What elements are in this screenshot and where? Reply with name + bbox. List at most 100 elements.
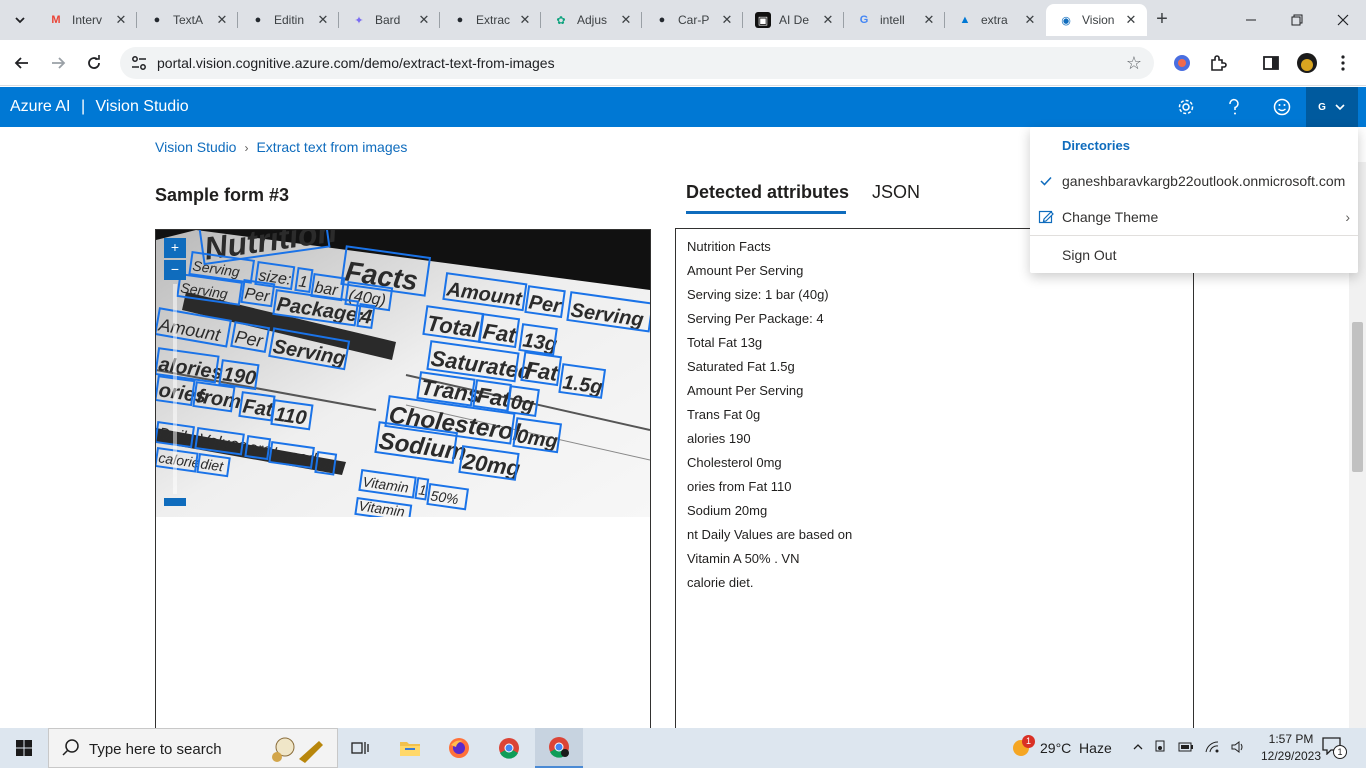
browser-tab[interactable]: ◉ Vision ✕ (1046, 4, 1147, 36)
browser-tab-label: Interv (72, 13, 103, 27)
zoom-out-button[interactable]: − (164, 260, 186, 280)
back-button[interactable] (8, 49, 36, 77)
breadcrumb-current-link[interactable]: Extract text from images (256, 139, 407, 155)
close-window-button[interactable] (1320, 0, 1366, 40)
detected-line: calorie diet. (687, 575, 754, 590)
search-highlight-icon (259, 733, 329, 765)
close-tab-icon[interactable]: ✕ (820, 12, 836, 28)
browser-tab-strip: M Interv ✕ ● TextA ✕ ● Editin ✕ ✦ Bard ✕ ● Extrac ✕ ✿ Ad… (0, 0, 1366, 40)
extension-shield-icon[interactable] (1171, 52, 1193, 74)
browser-tab[interactable]: ● Car-P ✕ (642, 4, 743, 36)
azure-icon: ▲ (959, 14, 971, 26)
browser-tab-label: Vision (1082, 13, 1115, 27)
battery-icon[interactable] (1178, 741, 1194, 756)
weather-text: 29°C Haze (1040, 740, 1112, 756)
taskbar-search[interactable]: Type here to search (48, 728, 338, 768)
help-button[interactable] (1222, 95, 1246, 119)
forward-button[interactable] (44, 49, 72, 77)
account-button[interactable]: G (1306, 87, 1358, 127)
browser-tab[interactable]: ● Editin ✕ (238, 4, 339, 36)
reload-icon (88, 55, 100, 69)
word-box[interactable]: 1 (414, 477, 430, 501)
app-brand[interactable]: Azure AI | Vision Studio (10, 98, 189, 116)
detected-line: Total Fat 13g (687, 335, 763, 350)
extensions-puzzle-icon[interactable] (1207, 52, 1229, 74)
close-tab-icon[interactable]: ✕ (315, 12, 331, 28)
wifi-icon[interactable] (1204, 740, 1220, 757)
browser-tab[interactable]: ▲ extra ✕ (945, 4, 1046, 36)
bookmark-star-icon[interactable]: ☆ (1126, 53, 1142, 74)
close-tab-icon[interactable]: ✕ (719, 12, 735, 28)
close-tab-icon[interactable]: ✕ (618, 12, 634, 28)
notifications-button[interactable]: 1 (1322, 728, 1347, 768)
meet-now-icon[interactable] (1154, 740, 1168, 757)
chrome-button[interactable] (485, 728, 533, 768)
detected-line: Amount Per Serving (687, 383, 804, 398)
active-tab-indicator (686, 211, 846, 214)
feedback-button[interactable] (1270, 95, 1294, 119)
tab-json[interactable]: JSON (872, 182, 920, 203)
close-tab-icon[interactable]: ✕ (921, 12, 937, 28)
product-name: Vision Studio (95, 98, 189, 115)
browser-tab-label: Editin (274, 13, 305, 27)
close-tab-icon[interactable]: ✕ (113, 12, 129, 28)
word-box[interactable]: Fat (238, 391, 276, 422)
chevron-down-icon (15, 17, 25, 24)
zoom-slider-track[interactable] (173, 284, 177, 494)
browser-tab[interactable]: ● TextA ✕ (137, 4, 238, 36)
clock[interactable]: 1:57 PM 12/29/2023 (1256, 731, 1326, 765)
detected-line: nt Daily Values are based on (687, 527, 853, 542)
directories-header-label: Directories (1062, 137, 1130, 153)
edit-theme-icon (1038, 209, 1054, 225)
close-tab-icon[interactable]: ✕ (214, 12, 230, 28)
tab-detected-attributes[interactable]: Detected attributes (686, 182, 849, 203)
sign-out-item[interactable]: Sign Out (1030, 239, 1358, 271)
word-box[interactable]: 4 (356, 303, 376, 330)
tab-search-button[interactable] (8, 8, 32, 32)
profile-avatar[interactable] (1296, 52, 1318, 74)
browser-tab[interactable]: Gintell ✕ (844, 4, 945, 36)
nvidia-icon: ▣ (755, 12, 771, 28)
file-explorer-button[interactable] (386, 728, 434, 768)
firefox-button[interactable] (435, 728, 483, 768)
zoom-slider-thumb[interactable] (164, 498, 186, 506)
browser-tab[interactable]: ✿ Adjus ✕ (541, 4, 642, 36)
breadcrumb-root-link[interactable]: Vision Studio (155, 139, 236, 155)
address-bar[interactable]: portal.vision.cognitive.azure.com/demo/e… (120, 47, 1154, 79)
restore-button[interactable] (1274, 0, 1320, 40)
start-button[interactable] (0, 728, 48, 768)
browser-tab[interactable]: M Interv ✕ (36, 4, 137, 36)
site-info-icon[interactable] (130, 54, 148, 72)
app-header: Azure AI | Vision Studio G (0, 87, 1366, 127)
browser-tab[interactable]: ▣ AI De ✕ (743, 4, 844, 36)
image-panel: Nutrition Facts Serving size: 1 bar (40g) Servi… (155, 229, 651, 729)
reload-button[interactable] (80, 49, 108, 77)
zoom-control: + − (164, 238, 186, 506)
scrollbar-thumb[interactable] (1352, 322, 1363, 472)
brand-separator: | (80, 98, 86, 115)
settings-button[interactable] (1174, 95, 1198, 119)
detected-line: Nutrition Facts (687, 239, 771, 254)
close-tab-icon[interactable]: ✕ (416, 12, 432, 28)
task-view-button[interactable] (336, 728, 384, 768)
zoom-in-button[interactable]: + (164, 238, 186, 258)
minimize-button[interactable] (1228, 0, 1274, 40)
help-icon (1229, 98, 1239, 115)
new-tab-button[interactable]: + (1150, 8, 1174, 32)
weather-widget[interactable]: 1 29°C Haze (1010, 728, 1112, 768)
volume-icon[interactable] (1230, 740, 1246, 757)
change-theme-item[interactable]: Change Theme › (1030, 201, 1358, 233)
chrome-profile-button[interactable] (535, 728, 583, 768)
chevron-up-icon[interactable] (1132, 741, 1144, 756)
close-tab-icon[interactable]: ✕ (1123, 12, 1139, 28)
search-icon (62, 739, 79, 756)
close-tab-icon[interactable]: ✕ (1022, 12, 1038, 28)
browser-menu-icon[interactable] (1332, 52, 1354, 74)
close-tab-icon[interactable]: ✕ (517, 12, 533, 28)
browser-tab[interactable]: ● Extrac ✕ (440, 4, 541, 36)
side-panel-icon[interactable] (1260, 52, 1282, 74)
directory-item[interactable]: ganeshbaravkargb22outlook.onmicrosoft.co… (1030, 165, 1358, 197)
browser-tab-label: extra (981, 13, 1008, 27)
browser-tab-label: TextA (173, 13, 204, 27)
browser-tab[interactable]: ✦ Bard ✕ (339, 4, 440, 36)
